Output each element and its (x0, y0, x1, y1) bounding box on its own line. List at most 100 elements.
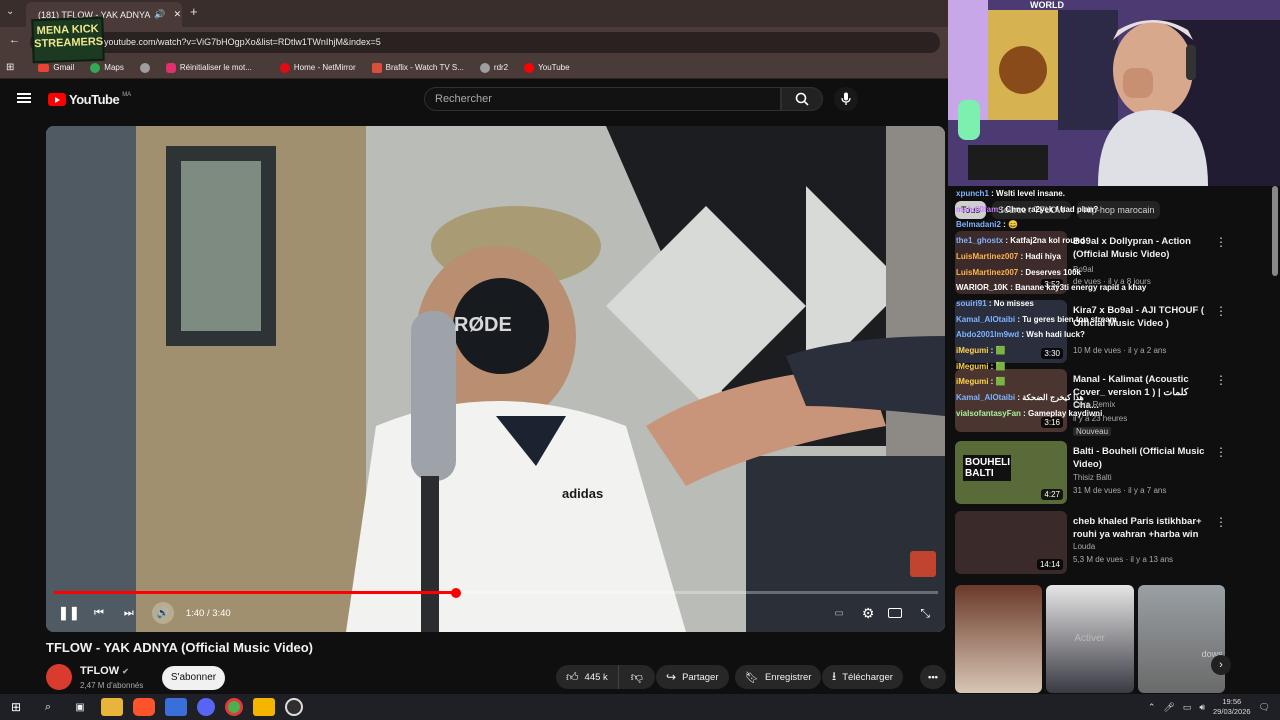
chat-text: Wsh hadi luck? (1026, 330, 1085, 340)
channel-name[interactable]: TFLOW ✔ (80, 665, 129, 677)
store-icon[interactable] (165, 698, 187, 716)
short-thumbnail[interactable] (955, 585, 1043, 693)
recommended-channel[interactable]: Louda (1073, 542, 1095, 551)
file-explorer-icon[interactable] (101, 698, 123, 716)
chat-username[interactable]: iMegumi (956, 346, 988, 355)
tab-audio-icon[interactable]: 🔊 (154, 9, 165, 20)
tab-list-chevron-icon[interactable]: ⌄ (6, 6, 14, 17)
subtitles-icon[interactable]: ▭ (834, 608, 843, 619)
fullscreen-icon[interactable]: ⤡ (920, 606, 930, 621)
new-tab-icon[interactable]: + (190, 4, 198, 19)
chat-username[interactable]: souiri91 (956, 299, 987, 308)
system-tray: ⌃ 🎤︎ ▭ 🔊︎ 19:56 29/03/2026 🗨︎ (1148, 697, 1280, 717)
bookmark-gmail[interactable]: Gmail (32, 63, 80, 72)
hamburger-menu-icon[interactable] (17, 93, 31, 103)
recommended-title[interactable]: cheb khaled Paris istikhbar+ rouhi ya wa… (1073, 515, 1208, 541)
discord-icon[interactable] (197, 698, 215, 716)
bookmark-rdr2[interactable]: rdr2 (474, 62, 514, 73)
volume-tray-icon[interactable]: 🔊︎ (1199, 702, 1205, 713)
chat-username[interactable]: Abdo2001lm9wd (956, 330, 1019, 339)
youtube-logo[interactable]: YouTube MA (48, 92, 131, 107)
scrollbar[interactable] (1272, 186, 1278, 276)
bookmark-instagram[interactable]: Réinitialiser le mot... (160, 62, 258, 73)
more-vertical-icon[interactable]: ⋮ (1215, 515, 1227, 529)
volume-button[interactable]: 🔊 (151, 602, 174, 624)
search-icon[interactable]: ⌕ (37, 698, 59, 716)
rockstar-launcher-icon[interactable] (253, 698, 275, 716)
recommended-video[interactable]: BOUHELI BALTI 4:27 Balti - Bouheli (Offi… (955, 441, 1270, 507)
save-button[interactable]: 🔖︎ Enregistrer (735, 665, 822, 689)
chrome-icon[interactable] (225, 698, 243, 716)
chat-message: LuisMartinez007 : Deserves 100k (956, 265, 1266, 281)
brave-browser-icon[interactable] (133, 698, 155, 716)
task-view-icon[interactable]: ▣ (69, 698, 91, 716)
shorts-next-button[interactable]: › (1211, 655, 1231, 675)
short-thumbnail[interactable]: dows (1137, 585, 1225, 693)
chat-username[interactable]: Kamal_AlOtaibi (956, 393, 1015, 402)
obs-icon[interactable] (285, 698, 303, 716)
chat-username[interactable]: xpunch1 (956, 189, 989, 198)
network-icon[interactable]: ▭ (1183, 702, 1192, 713)
clock[interactable]: 19:56 29/03/2026 (1213, 697, 1251, 717)
video-player[interactable]: RØDE adidas (46, 126, 945, 632)
chat-username[interactable]: Kamal_AlOtaibi (956, 315, 1015, 324)
search-button[interactable] (781, 87, 823, 111)
chat-username[interactable]: LuisMartinez007 (956, 268, 1018, 277)
gmail-icon (38, 63, 50, 72)
next-button[interactable]: ⏭ (124, 607, 134, 620)
apps-grid-icon[interactable]: ⊞ (6, 62, 14, 73)
thumbnail-text: BOUHELI BALTI (963, 455, 1011, 481)
short-thumbnail[interactable]: Activer (1046, 585, 1134, 693)
microphone-icon (841, 92, 851, 105)
bookmark-netmirror[interactable]: Home - NetMirror (274, 62, 362, 73)
recommended-channel[interactable]: Thisiz Balti (1073, 473, 1112, 482)
video-thumbnail[interactable]: BOUHELI BALTI 4:27 (955, 441, 1067, 504)
chat-text: Tu geres bien ton stream (1022, 314, 1117, 324)
more-vertical-icon[interactable]: ⋮ (1215, 445, 1227, 459)
chat-username[interactable]: the1_ghostx (956, 236, 1003, 245)
dislike-button[interactable]: 👎︎ (619, 665, 655, 689)
theater-mode-icon[interactable] (888, 608, 903, 618)
chat-username[interactable]: vialsofantasyFan (956, 409, 1021, 418)
bookmark-maps[interactable]: Maps (84, 62, 130, 73)
chat-text: Chno ra2yek f had plan? (1005, 204, 1099, 214)
voice-search-button[interactable] (834, 87, 858, 111)
progress-scrubber-handle[interactable] (451, 587, 462, 598)
chat-message: souiri91 : No misses (956, 296, 1266, 312)
chat-username[interactable]: LuisMartinez007 (956, 252, 1018, 261)
subscribe-button[interactable]: S'abonner (162, 666, 225, 690)
search-input[interactable]: Rechercher (424, 87, 781, 111)
bookmarks-bar: ⊞ Gmail Maps Réinitialiser le mot... Hom… (0, 57, 948, 79)
previous-button[interactable]: ⏮ (94, 607, 104, 620)
microphone-tray-icon[interactable]: 🎤︎ (1163, 702, 1174, 713)
settings-gear-icon[interactable]: ⚙ (862, 605, 875, 622)
url-field[interactable]: youtube.com/watch?v=ViG7bHOgpXo&list=RDt… (30, 32, 940, 53)
chat-username[interactable]: iMegumi (956, 362, 988, 371)
progress-bar[interactable] (54, 587, 938, 598)
chat-username[interactable]: mahdi0fam (956, 205, 998, 214)
like-button[interactable]: 👍︎ 445 k (556, 665, 619, 689)
chat-username[interactable]: iMegumi (956, 377, 988, 386)
bookmark-unnamed[interactable] (134, 62, 156, 73)
recommended-title[interactable]: Balti - Bouheli (Official Music Video) (1073, 445, 1208, 471)
recommended-video[interactable]: 14:14 cheb khaled Paris istikhbar+ rouhi… (955, 511, 1270, 577)
tab-close-icon[interactable]: ✕ (174, 9, 182, 20)
windows-start-icon[interactable]: ⊞ (5, 698, 27, 716)
notification-icon[interactable]: 🗨︎ (1259, 702, 1270, 713)
video-thumbnail[interactable]: 14:14 (955, 511, 1067, 574)
more-actions-button[interactable]: ••• (920, 665, 946, 689)
chat-text: No misses (993, 298, 1034, 308)
browser-tab-bar: ⌄ (181) TFLOW - YAK ADNYA 🔊 ✕ + (0, 0, 948, 27)
download-button[interactable]: ⭳ Télécharger (822, 665, 903, 689)
share-arrow-icon: ↪ (666, 670, 677, 684)
tray-chevron-icon[interactable]: ⌃ (1148, 702, 1156, 713)
channel-avatar[interactable] (46, 664, 72, 690)
bookmark-braflix[interactable]: Braflix - Watch TV S... (366, 62, 470, 73)
chat-username[interactable]: WARIOR_10K (956, 283, 1008, 292)
chat-message: the1_ghostx : Katfaj2na kol round (956, 233, 1266, 249)
share-button[interactable]: ↪ Partager (656, 665, 729, 689)
pause-button[interactable]: ❚❚ (58, 605, 80, 621)
bookmark-youtube[interactable]: YouTube (518, 62, 575, 73)
back-arrow-icon[interactable]: ← (9, 34, 20, 46)
chat-username[interactable]: Belmadani2 (956, 220, 1001, 229)
